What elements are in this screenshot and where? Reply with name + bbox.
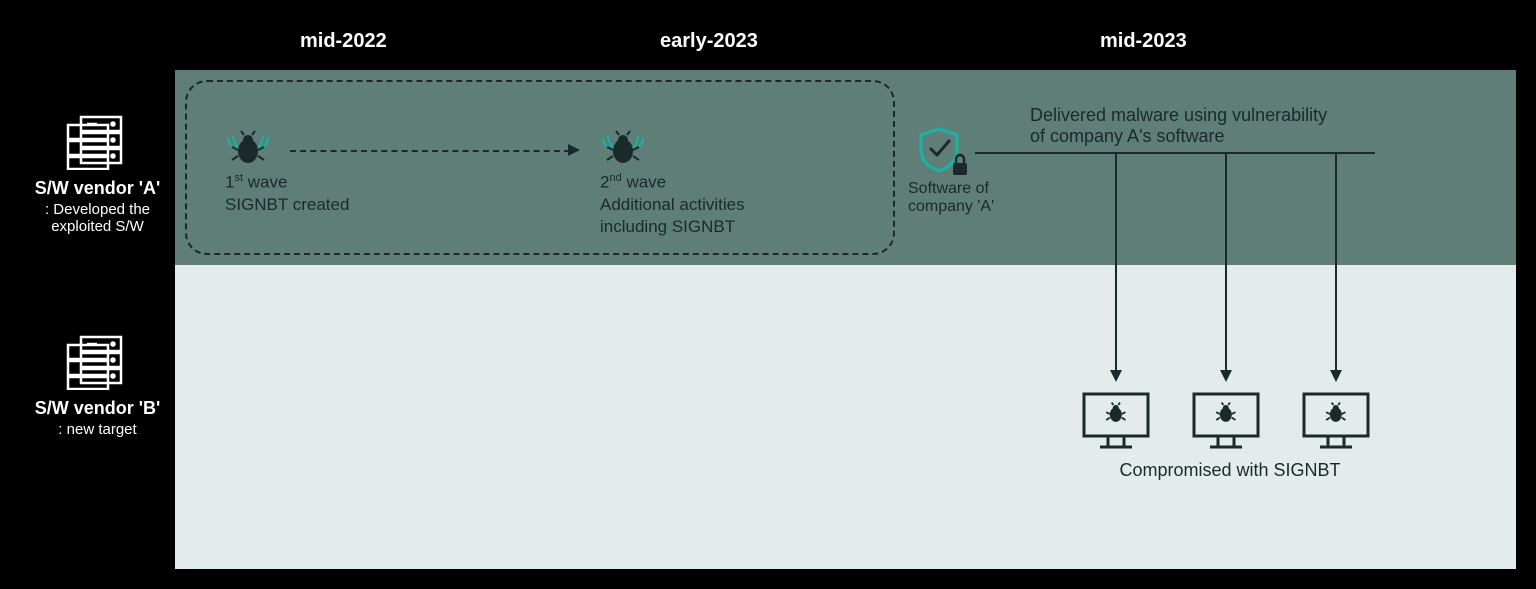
vendor-b-sub: : new target [20, 421, 175, 438]
wave-2-ord: nd [609, 172, 621, 184]
monitor-icon [1080, 390, 1152, 457]
compromised-label: Compromised with SIGNBT [1105, 460, 1355, 481]
wave-2-rest: wave [622, 173, 666, 192]
delivery-vline-1 [1115, 152, 1117, 372]
arrow-head-down [1330, 370, 1342, 382]
vendor-b-block: S/W vendor 'B' : new target [20, 335, 175, 438]
monitor-icon [1190, 390, 1262, 457]
vendor-a-title: S/W vendor 'A' [20, 178, 175, 199]
vendor-a-sub: : Developed the exploited S/W [20, 201, 175, 235]
timeline-label-2: early-2023 [660, 30, 758, 53]
timeline-label-1: mid-2022 [300, 30, 387, 53]
wave-2-desc2: including SIGNBT [600, 217, 745, 237]
software-line1: Software of [908, 180, 994, 198]
bug-icon [225, 130, 271, 173]
server-icon [63, 335, 133, 390]
delivery-hline-end [1335, 152, 1375, 154]
wave-2-label: 2nd wave Additional activities including… [600, 172, 745, 237]
vendor-b-title: S/W vendor 'B' [20, 398, 175, 419]
software-label: Software of company 'A' [908, 180, 994, 216]
arrow-head-down [1220, 370, 1232, 382]
monitor-icon [1300, 390, 1372, 457]
waves-dashed-box [185, 80, 895, 255]
delivery-line2: of company A's software [1030, 126, 1327, 147]
main-panel: 1st wave SIGNBT created 2nd wave [175, 70, 1516, 569]
wave-1-ord: st [234, 172, 243, 184]
timeline-label-3: mid-2023 [1100, 30, 1187, 53]
arrow-head-down [1110, 370, 1122, 382]
wave-2-desc1: Additional activities [600, 195, 745, 215]
wave-1-desc: SIGNBT created [225, 195, 349, 215]
bug-icon [600, 130, 646, 173]
delivery-hline [975, 152, 1375, 154]
wave-1-rest: wave [243, 173, 287, 192]
shield-lock-icon [915, 125, 971, 182]
delivery-line1: Delivered malware using vulnerability [1030, 105, 1327, 126]
delivery-label: Delivered malware using vulnerability of… [1030, 105, 1327, 147]
dashed-arrow [290, 150, 570, 152]
arrow-head-right [568, 144, 580, 156]
delivery-vline-3 [1335, 152, 1337, 372]
wave-1-label: 1st wave SIGNBT created [225, 172, 349, 215]
delivery-vline-2 [1225, 152, 1227, 372]
software-line2: company 'A' [908, 198, 994, 216]
vendor-a-block: S/W vendor 'A' : Developed the exploited… [20, 115, 175, 235]
server-icon [63, 115, 133, 170]
